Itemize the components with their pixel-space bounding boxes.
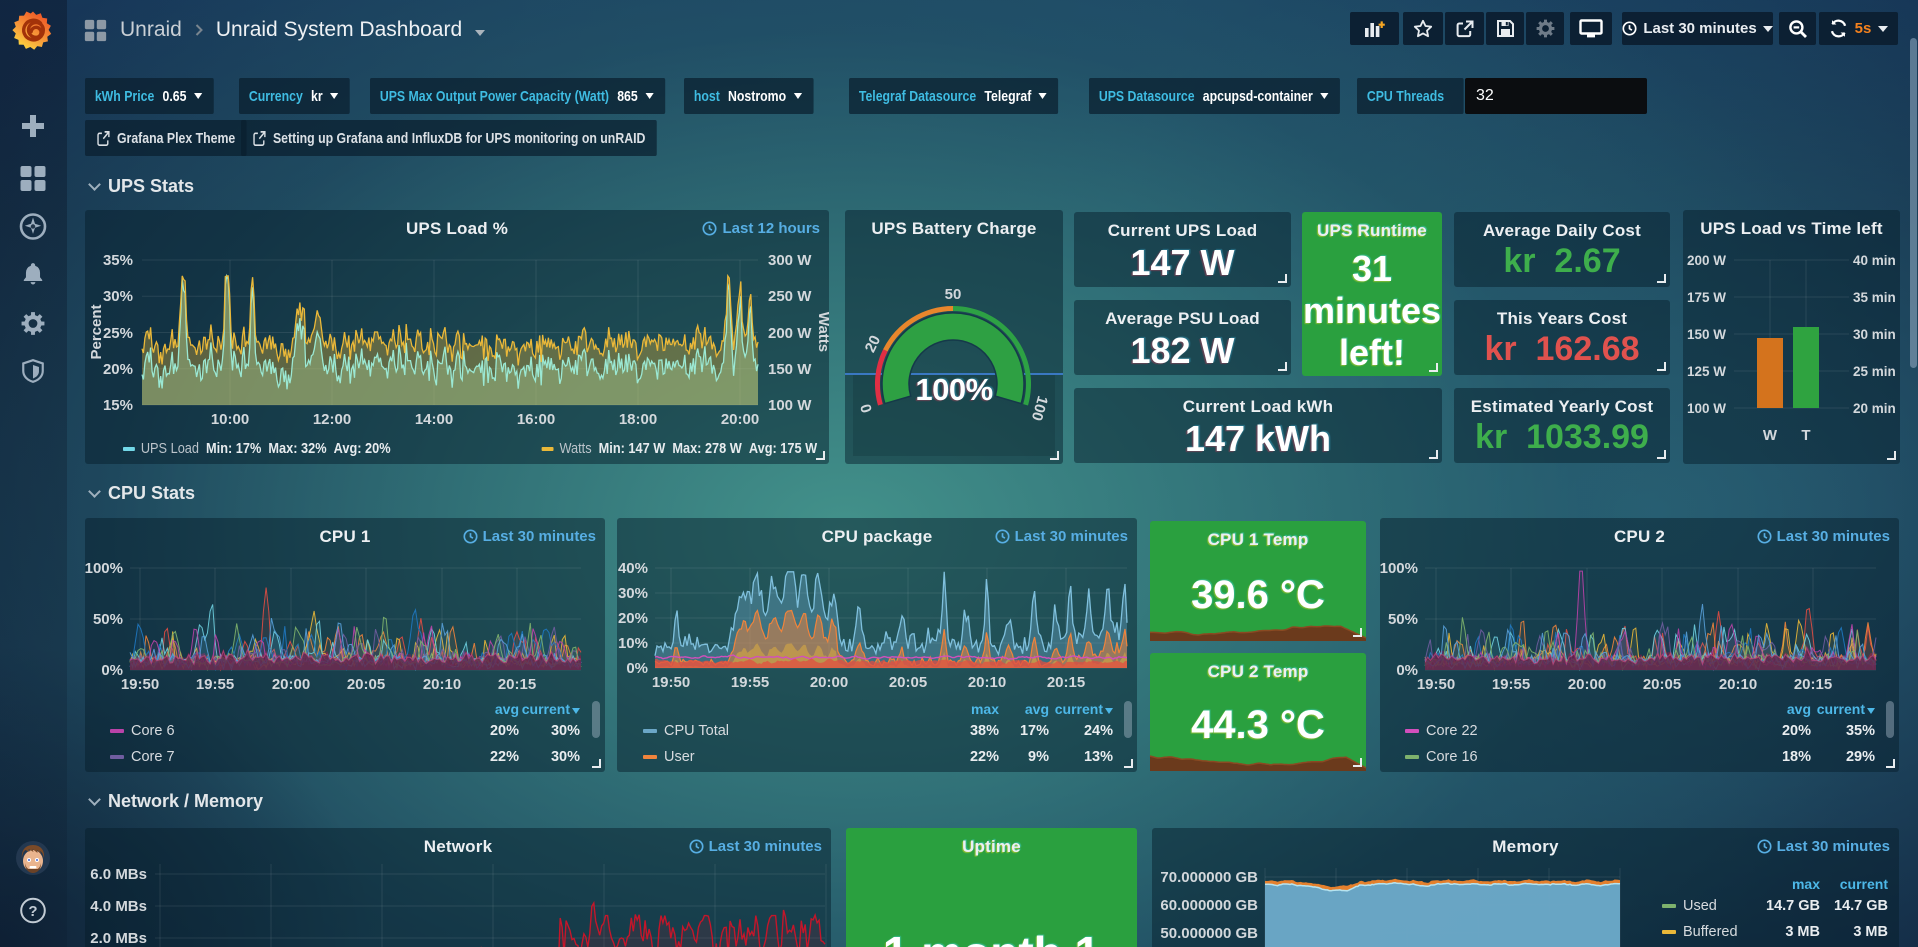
svg-text:2.0 MBs: 2.0 MBs — [90, 930, 147, 947]
svg-text:20:15: 20:15 — [1794, 676, 1832, 693]
svg-text:20:00: 20:00 — [810, 674, 848, 691]
svg-text:40%: 40% — [618, 560, 648, 577]
svg-text:60.000000 GB: 60.000000 GB — [1160, 897, 1258, 914]
svg-text:20:10: 20:10 — [423, 676, 461, 693]
svg-text:20:15: 20:15 — [1047, 674, 1085, 691]
svg-text:20:00: 20:00 — [272, 676, 310, 693]
svg-text:19:55: 19:55 — [196, 676, 234, 693]
svg-text:20 min: 20 min — [1853, 401, 1896, 416]
svg-text:200 W: 200 W — [1687, 253, 1726, 268]
svg-text:35%: 35% — [103, 252, 133, 269]
svg-text:12:00: 12:00 — [313, 411, 351, 428]
svg-text:?: ? — [28, 903, 37, 920]
svg-text:30%: 30% — [618, 585, 648, 602]
svg-text:15%: 15% — [103, 397, 133, 414]
svg-text:10:00: 10:00 — [211, 411, 249, 428]
svg-text:10%: 10% — [618, 635, 648, 652]
svg-text:20:15: 20:15 — [498, 676, 536, 693]
svg-text:35 min: 35 min — [1853, 290, 1896, 305]
svg-text:250 W: 250 W — [768, 288, 812, 305]
svg-text:20: 20 — [862, 333, 885, 355]
svg-text:20:00: 20:00 — [721, 411, 759, 428]
svg-text:20:10: 20:10 — [1719, 676, 1757, 693]
svg-text:19:50: 19:50 — [652, 674, 690, 691]
svg-text:6.0 MBs: 6.0 MBs — [90, 866, 147, 883]
svg-text:0%: 0% — [1396, 662, 1418, 679]
svg-text:16:00: 16:00 — [517, 411, 555, 428]
svg-text:50%: 50% — [93, 611, 123, 628]
svg-text:W: W — [1763, 427, 1778, 444]
svg-text:0%: 0% — [626, 660, 648, 677]
svg-text:14:00: 14:00 — [415, 411, 453, 428]
svg-text:T: T — [1801, 427, 1810, 444]
svg-text:125 W: 125 W — [1687, 364, 1726, 379]
svg-text:19:55: 19:55 — [731, 674, 769, 691]
svg-text:100%: 100% — [1380, 560, 1418, 577]
svg-text:50: 50 — [945, 286, 962, 303]
svg-text:150 W: 150 W — [1687, 327, 1726, 342]
svg-text:100%: 100% — [85, 560, 123, 577]
svg-text:25 min: 25 min — [1853, 364, 1896, 379]
svg-text:20:05: 20:05 — [1643, 676, 1681, 693]
svg-text:175 W: 175 W — [1687, 290, 1726, 305]
svg-text:50%: 50% — [1388, 611, 1418, 628]
svg-text:4.0 MBs: 4.0 MBs — [90, 898, 147, 915]
svg-text:30 min: 30 min — [1853, 327, 1896, 342]
svg-text:20%: 20% — [103, 361, 133, 378]
svg-text:40 min: 40 min — [1853, 253, 1896, 268]
svg-text:25%: 25% — [103, 325, 133, 342]
svg-text:70.000000 GB: 70.000000 GB — [1160, 869, 1258, 886]
svg-text:20:00: 20:00 — [1568, 676, 1606, 693]
svg-text:20%: 20% — [618, 610, 648, 627]
svg-text:20:05: 20:05 — [889, 674, 927, 691]
svg-text:200 W: 200 W — [768, 325, 812, 342]
svg-text:18:00: 18:00 — [619, 411, 657, 428]
svg-text:150 W: 150 W — [768, 361, 812, 378]
svg-text:19:55: 19:55 — [1492, 676, 1530, 693]
svg-text:100 W: 100 W — [1687, 401, 1726, 416]
svg-text:19:50: 19:50 — [121, 676, 159, 693]
svg-text:100 W: 100 W — [768, 397, 812, 414]
svg-text:300 W: 300 W — [768, 252, 812, 269]
svg-text:Watts: Watts — [815, 312, 832, 352]
svg-text:19:50: 19:50 — [1417, 676, 1455, 693]
svg-text:20:10: 20:10 — [968, 674, 1006, 691]
svg-text:Percent: Percent — [88, 304, 105, 359]
svg-text:0%: 0% — [101, 662, 123, 679]
svg-text:30%: 30% — [103, 288, 133, 305]
svg-text:50.000000 GB: 50.000000 GB — [1160, 925, 1258, 942]
svg-text:20:05: 20:05 — [347, 676, 385, 693]
